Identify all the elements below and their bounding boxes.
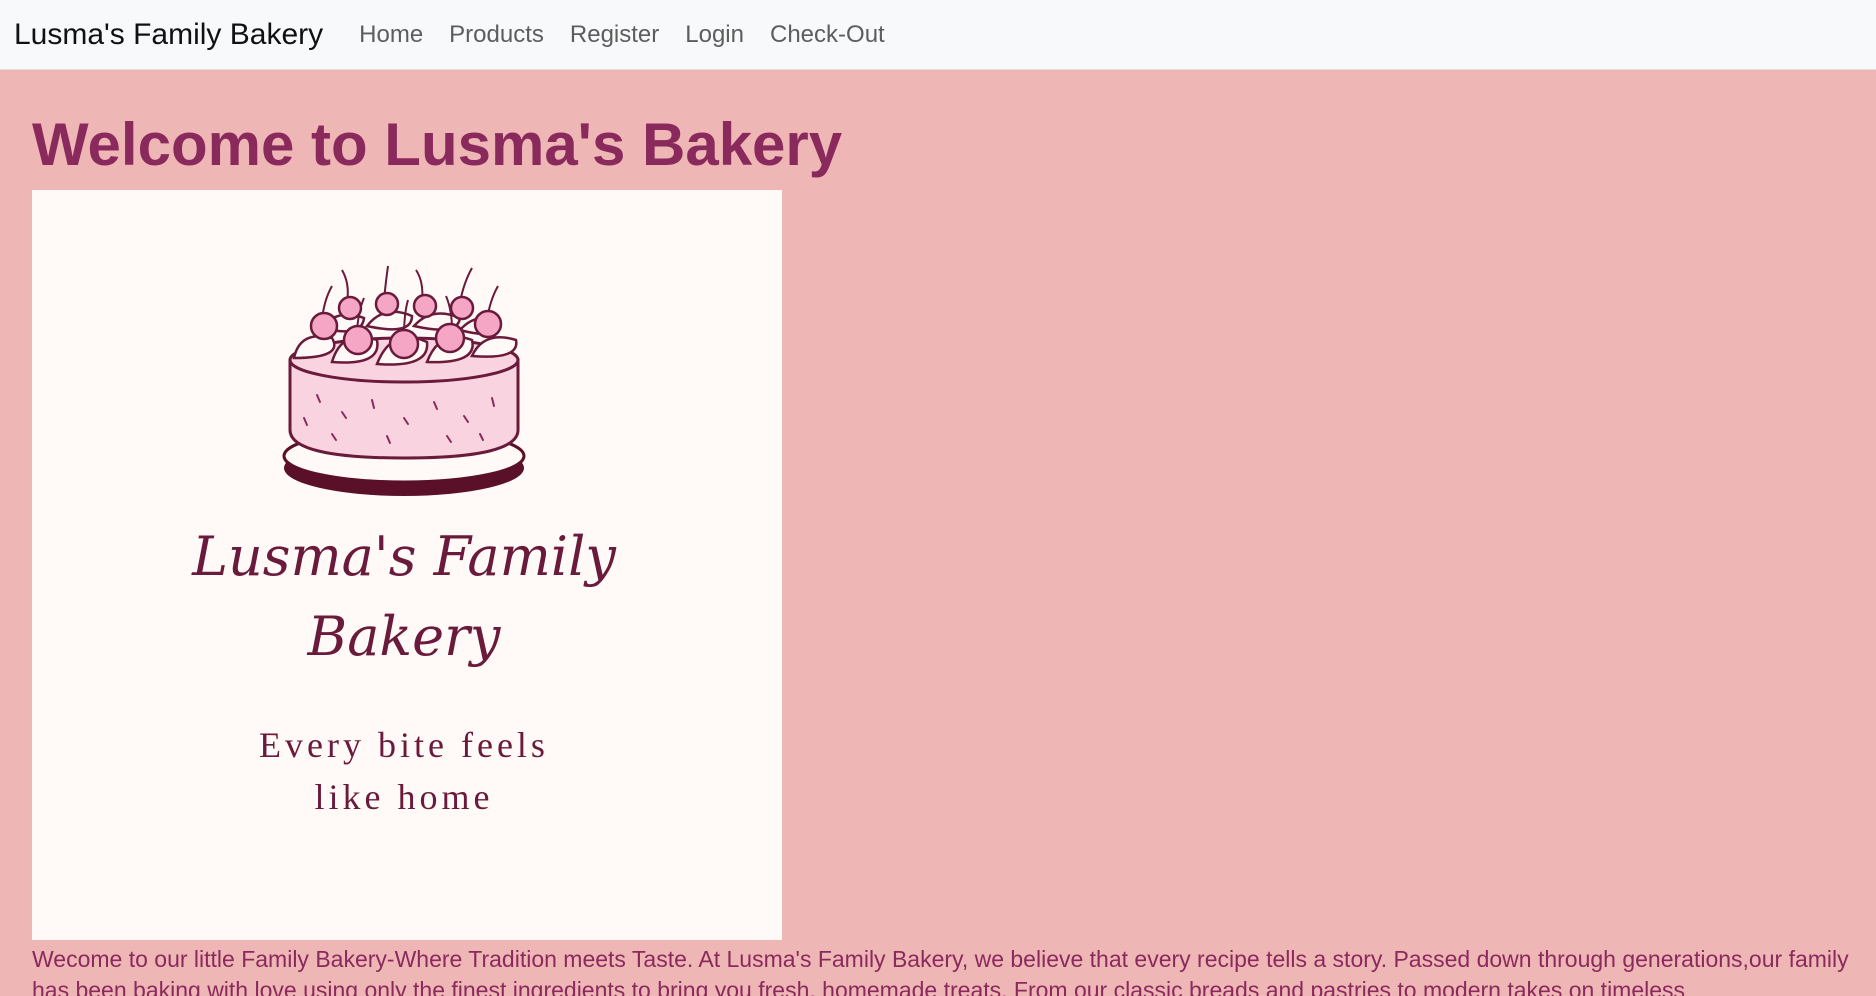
logo-tagline-line1: Every bite feels [259,725,549,765]
intro-paragraph: Wecome to our little Family Bakery-Where… [32,946,1849,996]
nav-link-login[interactable]: Login [685,21,744,49]
logo-name-line1: Lusma's Family [191,525,617,588]
logo-tagline-line2: like home [315,777,494,817]
nav-link-register[interactable]: Register [570,21,659,49]
nav-link-check-out[interactable]: Check-Out [770,21,885,49]
nav-link-products[interactable]: Products [449,21,544,49]
nav-link-home[interactable]: Home [359,21,423,49]
top-navbar: Lusma's Family Bakery Home Products Regi… [0,0,1876,70]
cake-icon [282,265,526,496]
nav-links: Home Products Register Login Check-Out [359,21,885,49]
page-title: Welcome to Lusma's Bakery [32,111,843,178]
bakery-logo-image: Lusma's Family Bakery Every bite feels l… [32,190,782,940]
logo-name-line2: Bakery [307,605,502,668]
brand-link[interactable]: Lusma's Family Bakery [14,18,323,52]
